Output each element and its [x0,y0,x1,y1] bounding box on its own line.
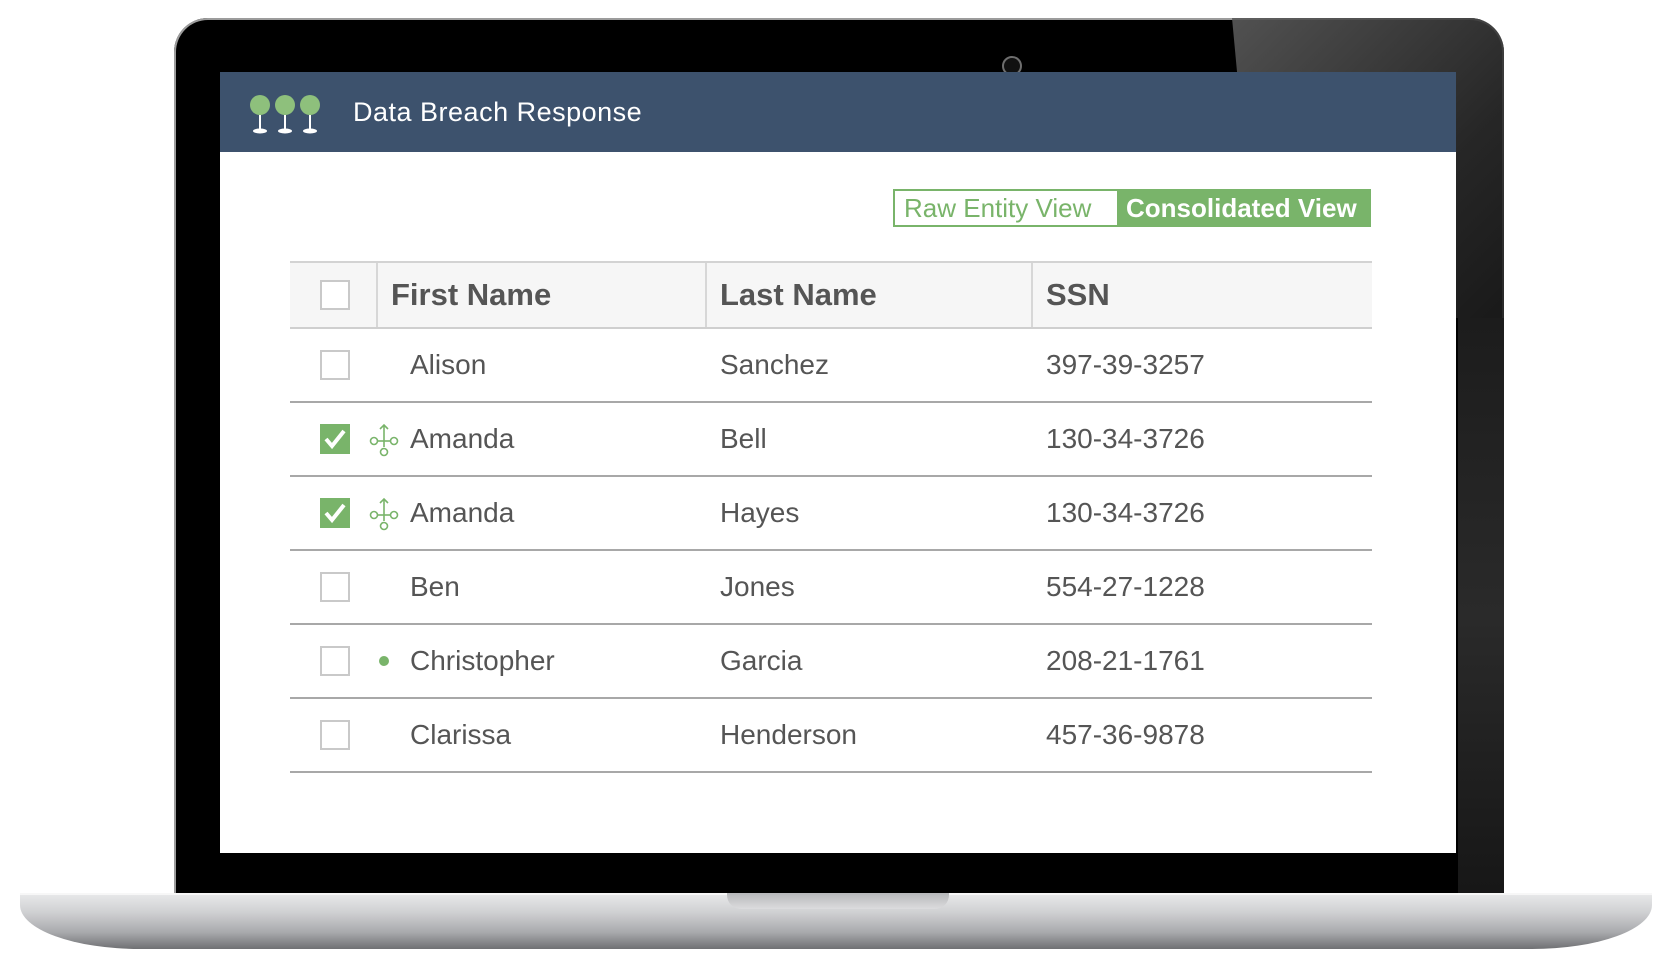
column-divider [1031,263,1033,327]
ssn-cell: 457-36-9878 [1046,719,1205,750]
laptop-notch [727,893,949,909]
table-row[interactable]: Christopher Garcia 208-21-1761 [290,625,1372,699]
row-checkbox[interactable] [320,572,350,602]
ssn-cell: 554-27-1228 [1046,571,1205,602]
first-name-cell: Ben [410,571,460,602]
app-logo-icon [250,95,320,134]
ssn-cell: 130-34-3726 [1046,423,1205,454]
entity-table: First Name Last Name SSN Alison Sanchez 39… [290,261,1372,773]
last-name-cell: Sanchez [720,349,829,380]
column-header-first-name[interactable]: First Name [391,263,551,327]
first-name-cell: Alison [410,349,487,380]
table-row[interactable]: Amanda Bell 130-34-3726 [290,403,1372,477]
column-divider [705,263,707,327]
last-name-cell: Jones [720,571,795,602]
select-all-checkbox[interactable] [320,280,350,310]
table-row[interactable]: Alison Sanchez 397-39-3257 [290,329,1372,403]
app-screen: Data Breach Response Raw Entity View Con… [220,72,1456,853]
status-dot-icon [379,656,389,666]
last-name-cell: Hayes [720,497,800,528]
column-divider [376,263,378,327]
last-name-cell: Henderson [720,719,857,750]
table-body: Alison Sanchez 397-39-3257 Amanda Bell 130-3… [290,329,1372,773]
last-name-cell: Bell [720,423,767,454]
column-header-ssn[interactable]: SSN [1046,263,1110,327]
ssn-cell: 397-39-3257 [1046,349,1205,380]
table-row[interactable]: Ben Jones 554-27-1228 [290,551,1372,625]
view-toggle: Raw Entity View Consolidated View [893,189,1371,227]
ssn-cell: 130-34-3726 [1046,497,1205,528]
first-name-cell: Amanda [410,497,515,528]
raw-entity-view-button[interactable]: Raw Entity View [895,191,1117,225]
ssn-cell: 208-21-1761 [1046,645,1205,676]
consolidated-view-button[interactable]: Consolidated View [1117,191,1369,225]
row-checkbox[interactable] [320,646,350,676]
row-checkbox[interactable] [320,720,350,750]
table-row[interactable]: Clarissa Henderson 457-36-9878 [290,699,1372,773]
app-title: Data Breach Response [353,97,643,127]
bezel-edge [1458,318,1504,898]
last-name-cell: Garcia [720,645,803,676]
table-header: First Name Last Name SSN [290,261,1372,329]
column-header-last-name[interactable]: Last Name [720,263,877,327]
first-name-cell: Clarissa [410,719,512,750]
first-name-cell: Amanda [410,423,515,454]
app-header: Data Breach Response [220,72,1456,152]
row-checkbox[interactable] [320,498,350,528]
linked-entity-icon[interactable] [368,423,400,457]
linked-entity-icon[interactable] [368,497,400,531]
row-checkbox[interactable] [320,424,350,454]
first-name-cell: Christopher [410,645,555,676]
row-checkbox[interactable] [320,350,350,380]
table-row[interactable]: Amanda Hayes 130-34-3726 [290,477,1372,551]
